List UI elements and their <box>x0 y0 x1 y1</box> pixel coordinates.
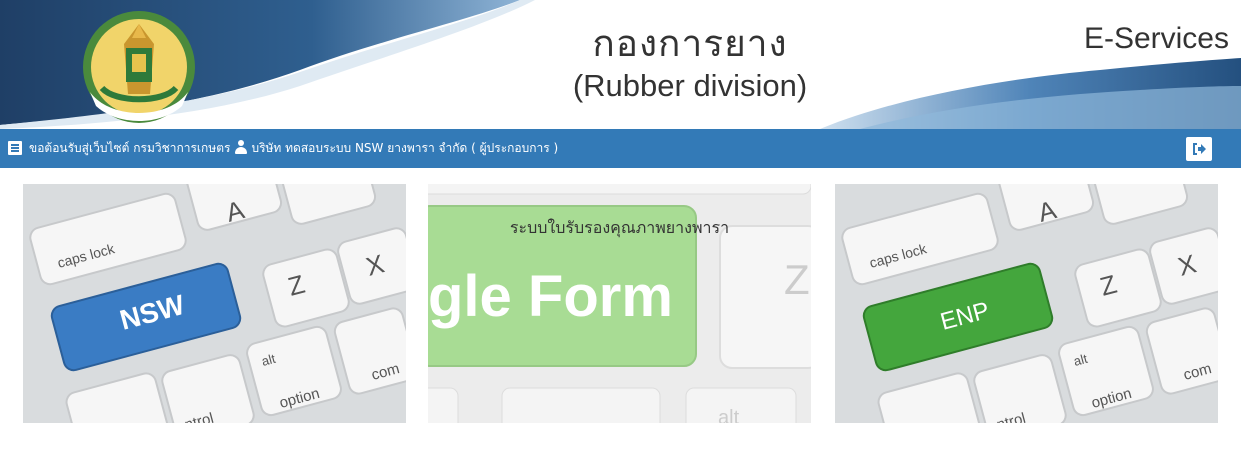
menu-icon[interactable] <box>8 141 22 155</box>
user-icon <box>234 140 248 154</box>
quality-certificate-service-card[interactable]: gle Form Z alt ระบบใบรับรองคุณภาพยางพารา <box>428 184 811 423</box>
logout-button[interactable] <box>1186 137 1212 161</box>
eservices-label: E-Services <box>1083 22 1229 55</box>
nsw-service-card[interactable]: A caps lock Z X alt option control com N… <box>23 184 406 423</box>
enp-service-card[interactable]: A caps lock Z X alt option control com E… <box>835 184 1218 423</box>
key-z-label: Z <box>784 256 810 303</box>
service-cards: A caps lock Z X alt option control com N… <box>0 168 1241 458</box>
top-navbar: ขอต้อนรับสู่เว็บไซต์ กรมวิชาการเกษตร บริษ… <box>0 129 1241 168</box>
user-company-text: บริษัท ทดสอบระบบ NSW ยางพารา จำกัด ( ผู้… <box>251 141 559 155</box>
form-key-label: gle Form <box>428 264 673 329</box>
key-alt-label: alt <box>718 407 740 423</box>
department-logo <box>83 11 195 123</box>
page-title-thai: กองการยาง <box>592 22 788 65</box>
welcome-text: ขอต้อนรับสู่เว็บไซต์ กรมวิชาการเกษตร <box>29 141 231 155</box>
navbar-text: ขอต้อนรับสู่เว็บไซต์ กรมวิชาการเกษตร บริษ… <box>29 140 558 156</box>
card-caption: ระบบใบรับรองคุณภาพยางพารา <box>509 218 730 237</box>
page-title-english: (Rubber division) <box>572 68 808 103</box>
nsw-keyboard-image: A caps lock Z X alt option control com N… <box>23 184 406 423</box>
page-header: กองการยาง (Rubber division) E-Services <box>0 0 1241 129</box>
enp-keyboard-image: A caps lock Z X alt option control com E… <box>835 184 1218 423</box>
sign-out-icon <box>1193 143 1206 155</box>
